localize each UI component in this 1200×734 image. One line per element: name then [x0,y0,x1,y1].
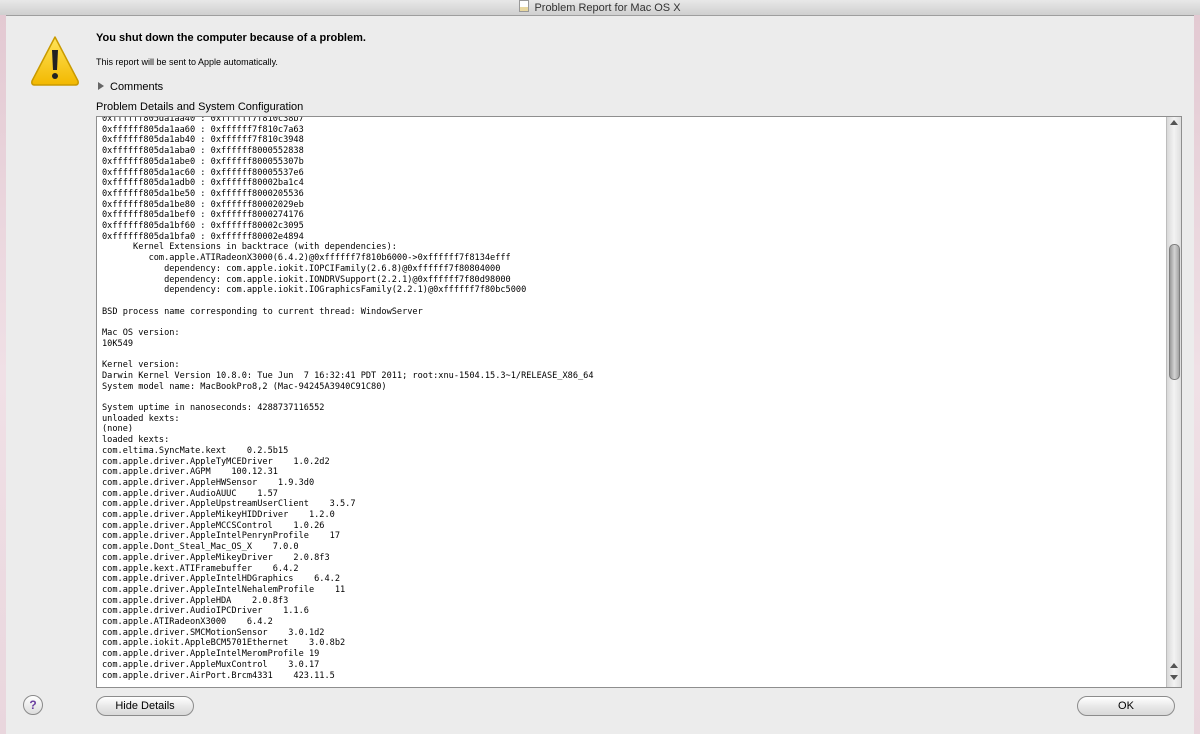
ok-button[interactable]: OK [1077,696,1175,716]
hide-details-button[interactable]: Hide Details [96,696,194,716]
document-icon [519,0,530,12]
help-button[interactable]: ? [23,695,43,715]
desktop-edge-right [1194,15,1200,734]
scroll-up-arrow-icon[interactable] [1170,663,1178,668]
alert-subline: This report will be sent to Apple automa… [96,57,278,67]
scroll-up-icon[interactable] [1170,120,1178,125]
scroll-down-arrow-icon[interactable] [1170,675,1178,680]
vertical-scrollbar[interactable] [1166,117,1181,687]
problem-report-window: Problem Report for Mac OS X You shut dow… [0,0,1200,734]
disclosure-triangle-icon[interactable] [98,82,104,90]
report-text[interactable]: 0xffffff805da1aa40 : 0xffffff7f810c38b7 … [102,117,1160,681]
title-bar[interactable]: Problem Report for Mac OS X [0,0,1200,16]
comments-disclosure[interactable]: Comments [98,81,163,93]
comments-label: Comments [110,81,164,93]
alert-headline: You shut down the computer because of a … [96,32,366,44]
scrollbar-thumb[interactable] [1169,244,1180,380]
problem-details-textview[interactable]: 0xffffff805da1aa40 : 0xffffff7f810c38b7 … [96,116,1182,688]
window-title: Problem Report for Mac OS X [534,2,681,14]
section-label: Problem Details and System Configuration [96,101,304,113]
dialog-content: You shut down the computer because of a … [6,16,1194,734]
caution-icon [31,36,79,86]
